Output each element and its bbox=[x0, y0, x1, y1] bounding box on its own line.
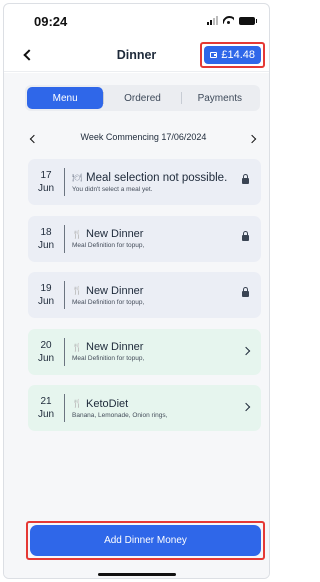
day-date: 19 Jun bbox=[28, 282, 64, 308]
day-card-20[interactable]: 20 Jun 🍴 New Dinner Meal Definition for … bbox=[28, 328, 261, 375]
status-icons bbox=[207, 16, 257, 25]
day-month: Jun bbox=[37, 296, 55, 307]
day-info: 🍴 New Dinner Meal Definition for topup, bbox=[65, 228, 261, 249]
day-date: 18 Jun bbox=[28, 226, 64, 252]
day-info: 🍽 Meal selection not possible. You didn'… bbox=[65, 172, 261, 193]
content-area: Menu Ordered Payments Week Commencing 17… bbox=[4, 73, 269, 578]
wifi-icon bbox=[223, 16, 234, 25]
day-info: 🍴 New Dinner Meal Definition for topup, bbox=[65, 341, 261, 362]
tab-payments[interactable]: Payments bbox=[182, 87, 258, 109]
day-month: Jun bbox=[37, 239, 55, 251]
meal-title: KetoDiet bbox=[86, 397, 129, 410]
day-number: 18 bbox=[40, 226, 52, 238]
day-number: 17 bbox=[40, 170, 52, 181]
meal-title: New Dinner bbox=[86, 341, 144, 353]
wallet-icon bbox=[210, 52, 218, 58]
cutlery-icon: 🍴 bbox=[72, 286, 82, 295]
battery-icon bbox=[239, 16, 257, 25]
signal-icon bbox=[207, 16, 218, 25]
cutlery-icon: 🍴 bbox=[72, 342, 82, 352]
day-date: 17 Jun bbox=[28, 169, 64, 195]
home-indicator[interactable] bbox=[98, 573, 176, 576]
day-card-18: 18 Jun 🍴 New Dinner Meal Definition for … bbox=[28, 215, 261, 262]
cta-highlight: Add Dinner Money bbox=[26, 521, 265, 560]
add-dinner-money-button[interactable]: Add Dinner Money bbox=[30, 525, 261, 556]
app-screen: 09:24 Dinner £14.48 Menu Ordered Payment… bbox=[3, 3, 270, 579]
meal-title: New Dinner bbox=[86, 284, 144, 297]
chevron-right-icon bbox=[247, 134, 257, 144]
lock-icon bbox=[242, 287, 249, 297]
tab-bar: Menu Ordered Payments bbox=[25, 85, 260, 111]
cutlery-icon: 🍴 bbox=[72, 399, 82, 408]
meal-subtitle: Banana, Lemonade, Onion rings, bbox=[72, 411, 168, 419]
day-month: Jun bbox=[37, 183, 55, 194]
meal-title: New Dinner bbox=[86, 228, 144, 240]
next-week-button[interactable] bbox=[244, 131, 260, 147]
meal-subtitle: Meal Definition for topup, bbox=[72, 355, 145, 362]
meal-subtitle: Meal Definition for topup, bbox=[72, 298, 145, 306]
meal-subtitle: Meal Definition for topup, bbox=[72, 242, 145, 249]
balance-button[interactable]: £14.48 bbox=[204, 46, 261, 64]
dish-icon: 🍽 bbox=[72, 173, 83, 182]
week-label: Week Commencing 17/06/2024 bbox=[80, 132, 207, 142]
day-number: 20 bbox=[40, 339, 52, 351]
cutlery-icon: 🍴 bbox=[72, 229, 82, 239]
tab-menu[interactable]: Menu bbox=[27, 87, 104, 109]
day-list: 17 Jun 🍽 Meal selection not possible. Yo… bbox=[28, 159, 261, 442]
back-button[interactable] bbox=[20, 45, 38, 65]
day-month: Jun bbox=[37, 409, 55, 420]
day-number: 19 bbox=[40, 283, 52, 294]
lock-icon bbox=[242, 230, 249, 241]
status-time: 09:24 bbox=[34, 14, 68, 29]
day-card-21[interactable]: 21 Jun 🍴 KetoDiet Banana, Lemonade, Onio… bbox=[28, 385, 261, 431]
meal-title: Meal selection not possible. bbox=[86, 171, 228, 184]
day-date: 21 Jun bbox=[28, 395, 64, 421]
chevron-left-icon bbox=[23, 49, 35, 61]
lock-icon bbox=[242, 174, 249, 184]
nav-header: Dinner £14.48 bbox=[4, 38, 269, 72]
tab-ordered[interactable]: Ordered bbox=[104, 87, 180, 109]
balance-highlight: £14.48 bbox=[200, 42, 265, 68]
day-month: Jun bbox=[37, 352, 55, 364]
week-navigator: Week Commencing 17/06/2024 bbox=[4, 129, 269, 147]
day-number: 21 bbox=[40, 396, 52, 407]
meal-subtitle: You didn't select a meal yet. bbox=[72, 185, 153, 193]
day-info: 🍴 New Dinner Meal Definition for topup, bbox=[65, 285, 261, 306]
day-card-17: 17 Jun 🍽 Meal selection not possible. Yo… bbox=[28, 159, 261, 205]
balance-amount: £14.48 bbox=[221, 49, 255, 61]
day-date: 20 Jun bbox=[28, 339, 64, 365]
day-card-19: 19 Jun 🍴 New Dinner Meal Definition for … bbox=[28, 272, 261, 318]
status-bar: 09:24 bbox=[4, 4, 269, 38]
day-info: 🍴 KetoDiet Banana, Lemonade, Onion rings… bbox=[65, 398, 261, 419]
